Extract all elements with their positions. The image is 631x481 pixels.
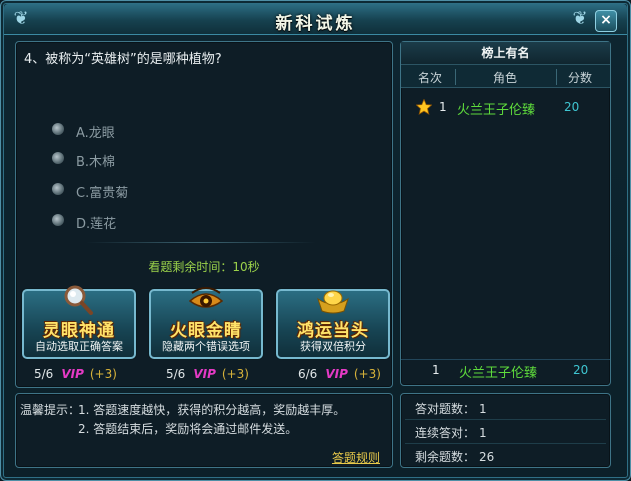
option-label[interactable]: B.木棉: [76, 151, 115, 170]
radio-button-icon[interactable]: [52, 214, 64, 226]
stat-streak: 连续答对： 1: [415, 424, 487, 441]
uses-count: 5/6: [166, 367, 186, 381]
option-label[interactable]: A.龙眼: [76, 122, 115, 141]
vip-badge: VIP: [61, 367, 84, 381]
powerup-count-auto-answer: 5/6 VIP (+3): [34, 367, 117, 381]
divider: [86, 242, 316, 243]
divider: [405, 419, 606, 420]
vip-bonus: (+3): [221, 367, 249, 381]
player-name[interactable]: 火兰王子伦臻: [459, 362, 537, 381]
stat-value: 26: [479, 450, 495, 464]
column-header-score: 分数: [568, 71, 593, 85]
radio-button-icon[interactable]: [52, 183, 64, 195]
title-bar[interactable]: ❦ 新科试炼 ❦ ×: [4, 4, 627, 35]
fiery-eye-icon: [189, 287, 223, 308]
rank-number: 1: [432, 363, 440, 377]
my-rank-row: 1 火兰王子伦臻 20: [401, 359, 610, 382]
leaderboard-panel: 榜上有名 名次 角色 分数 1 火兰王子伦臻 20 1 火兰王子伦臻 20: [400, 41, 611, 386]
question-text: 4、被称为“英雄树”的是哪种植物?: [24, 52, 222, 67]
stat-correct: 答对题数： 1: [415, 400, 487, 417]
star-icon: [416, 99, 432, 115]
divider: [405, 443, 606, 444]
leaderboard-title: 榜上有名: [401, 42, 610, 65]
powerup-count-double-score: 6/6 VIP (+3): [298, 367, 381, 381]
column-header-rank: 名次: [418, 71, 443, 85]
quiz-window: ❦ 新科试炼 ❦ × 4、被称为“英雄树”的是哪种植物? A.龙眼 B.木棉 C…: [0, 0, 631, 481]
radio-button-icon[interactable]: [52, 152, 64, 164]
tip-item: 2. 答题结束后，奖励将会通过邮件发送。: [78, 422, 298, 436]
ornament-swirl-icon: ❦: [572, 8, 588, 29]
vip-badge: VIP: [193, 367, 216, 381]
option-label[interactable]: D.莲花: [76, 213, 116, 232]
uses-count: 6/6: [298, 367, 318, 381]
stat-label: 连续答对：: [415, 426, 476, 440]
vip-bonus: (+3): [89, 367, 117, 381]
player-score: 20: [573, 363, 589, 377]
stat-value: 1: [479, 402, 487, 416]
player-score: 20: [564, 100, 580, 114]
powerup-button-auto-answer[interactable]: 灵眼神通 自动选取正确答案: [22, 285, 136, 359]
leaderboard-header: 名次 角色 分数: [401, 65, 610, 88]
window-title: 新科试炼: [275, 14, 356, 34]
powerup-button-hide-wrong[interactable]: 火眼金睛 隐藏两个错误选项: [149, 287, 263, 359]
stats-panel: 答对题数： 1 连续答对： 1 剩余题数： 26: [400, 393, 611, 468]
rules-link[interactable]: 答题规则: [332, 449, 380, 466]
stat-value: 1: [479, 426, 487, 440]
stat-label: 剩余题数：: [415, 450, 476, 464]
tips-label: 温馨提示：: [20, 403, 81, 417]
powerup-desc: 隐藏两个错误选项: [162, 340, 250, 353]
rank-number: 1: [439, 100, 447, 114]
vip-badge: VIP: [325, 367, 348, 381]
powerup-count-hide-wrong: 5/6 VIP (+3): [166, 367, 249, 381]
powerup-button-double-score[interactable]: 鸿运当头 获得双倍积分: [276, 289, 390, 359]
tips-panel: 温馨提示： 1. 答题速度越快，获得的积分越高，奖励越丰厚。 2. 答题结束后，…: [15, 393, 393, 468]
column-header-role: 角色: [493, 71, 518, 85]
stat-label: 答对题数：: [415, 402, 476, 416]
gold-ingot-icon: [317, 290, 349, 314]
tip-item: 1. 答题速度越快，获得的积分越高，奖励越丰厚。: [78, 403, 346, 417]
question-panel: 4、被称为“英雄树”的是哪种植物? A.龙眼 B.木棉 C.富贵菊 D.莲花 看…: [15, 41, 393, 388]
column-divider: [556, 69, 557, 85]
magnifier-icon: [64, 285, 93, 315]
option-label[interactable]: C.富贵菊: [76, 182, 128, 201]
close-button[interactable]: ×: [595, 10, 617, 32]
column-divider: [455, 69, 456, 85]
leaderboard-row[interactable]: 1 火兰王子伦臻 20: [401, 97, 610, 119]
radio-button-icon[interactable]: [52, 123, 64, 135]
player-name[interactable]: 火兰王子伦臻: [457, 99, 535, 118]
countdown-timer: 看题剩余时间：10秒: [148, 260, 260, 274]
uses-count: 5/6: [34, 367, 54, 381]
powerup-desc: 自动选取正确答案: [35, 340, 123, 353]
stat-remaining: 剩余题数： 26: [415, 448, 494, 465]
vip-bonus: (+3): [353, 367, 381, 381]
powerup-desc: 获得双倍积分: [300, 340, 366, 353]
